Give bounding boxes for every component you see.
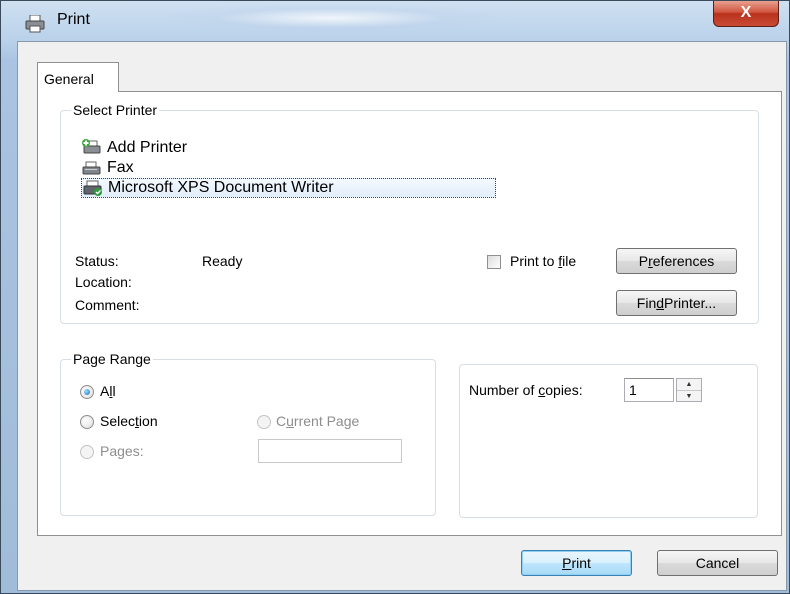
current-page-radio[interactable]: [257, 415, 271, 429]
pages-radio-label[interactable]: Pages:: [100, 443, 144, 459]
window-title: Print: [57, 11, 90, 28]
pages-radio[interactable]: [80, 445, 94, 459]
close-icon: X: [740, 4, 752, 21]
status-value: Ready: [202, 253, 243, 269]
find-printer-button[interactable]: Fin d Printer...: [616, 290, 737, 316]
copies-spinner[interactable]: ▲ ▼: [676, 378, 702, 402]
tab-general-label: General: [44, 71, 94, 87]
print-to-file-checkbox[interactable]: [487, 255, 501, 269]
location-label: Location:: [75, 274, 132, 290]
all-radio[interactable]: [80, 385, 94, 399]
select-printer-group: Select Printer Add Printer Fax Microsoft…: [60, 102, 759, 324]
copies-group: Number of copies: 1 ▲ ▼: [459, 364, 758, 518]
spin-down-icon[interactable]: ▼: [677, 391, 701, 402]
number-of-copies-label: Number of copies:: [469, 382, 583, 398]
comment-label: Comment:: [75, 297, 140, 313]
dialog-client-area: General Select Printer Add Printer Fax M…: [17, 41, 787, 591]
printer-name: Microsoft XPS Document Writer: [108, 179, 334, 196]
title-bar[interactable]: Print X: [1, 1, 789, 41]
all-radio-label[interactable]: All: [100, 383, 116, 399]
title-glow: [151, 3, 511, 33]
select-printer-legend: Select Printer: [73, 102, 158, 118]
selection-radio-label[interactable]: Selection: [100, 413, 158, 429]
printer-item-fax[interactable]: Fax: [81, 158, 134, 178]
printer-name: Add Printer: [107, 139, 188, 156]
preferences-button[interactable]: Pr eferences: [616, 248, 737, 274]
page-range-group: Page Range All Selection Current Page Pa…: [60, 351, 436, 516]
current-page-radio-label[interactable]: Current Page: [276, 413, 359, 429]
printer-icon: [25, 14, 45, 33]
close-button[interactable]: X: [713, 1, 779, 27]
copies-input[interactable]: 1: [624, 378, 674, 402]
status-label: Status:: [75, 253, 119, 269]
selection-radio[interactable]: [80, 415, 94, 429]
fax-icon: [81, 159, 107, 177]
xps-printer-icon: [82, 179, 108, 197]
pages-input[interactable]: [258, 439, 402, 463]
print-dialog: Print X General Select Printer Add Print…: [0, 0, 790, 594]
printer-item-add-printer[interactable]: Add Printer: [81, 138, 187, 158]
general-tab-panel: Select Printer Add Printer Fax Microsoft…: [37, 91, 782, 536]
tab-general[interactable]: General: [37, 62, 119, 92]
cancel-button[interactable]: Cancel: [657, 550, 778, 576]
print-button[interactable]: Print: [521, 550, 632, 576]
printer-item-xps-writer[interactable]: Microsoft XPS Document Writer: [81, 178, 496, 198]
print-to-file-label[interactable]: Print to file: [510, 253, 576, 269]
printer-name: Fax: [107, 159, 134, 176]
page-range-legend: Page Range: [73, 351, 151, 367]
add-printer-icon: [81, 139, 107, 157]
spin-up-icon[interactable]: ▲: [677, 379, 701, 391]
